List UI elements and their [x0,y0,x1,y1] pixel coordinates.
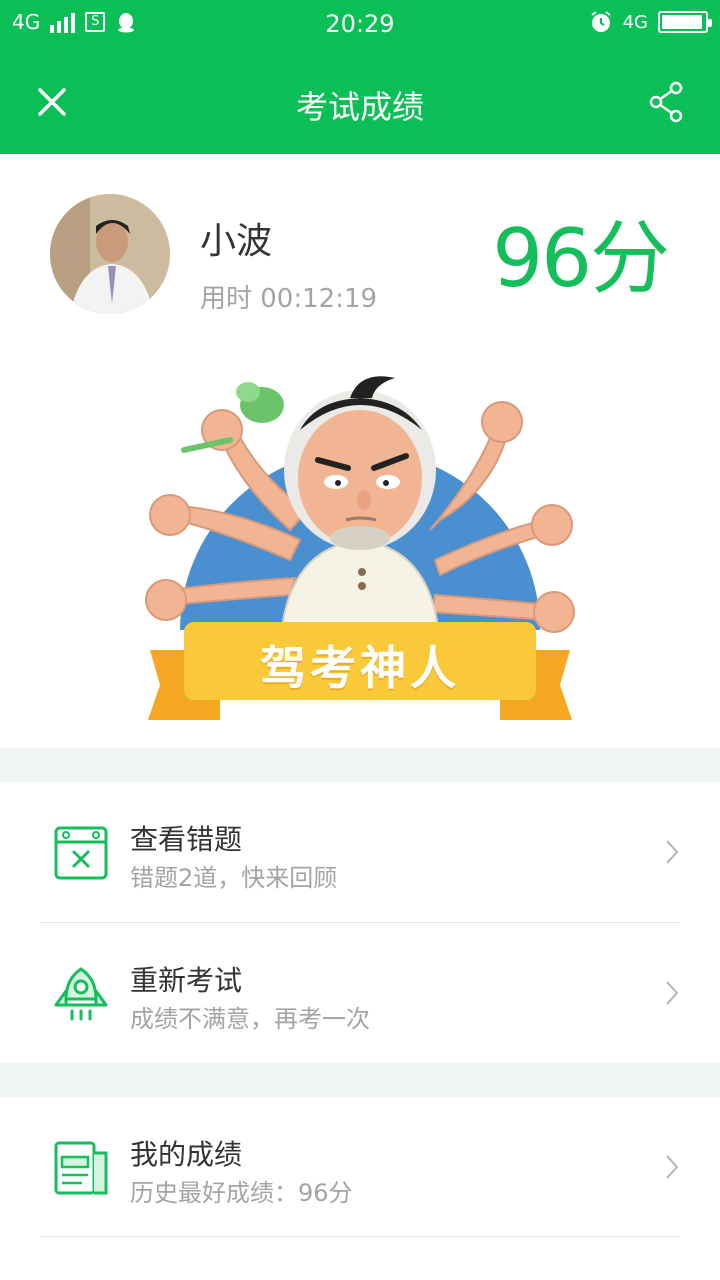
chevron-right-icon [666,1155,679,1179]
my-scores-row[interactable]: 我的成绩 历史最好成绩：96分 [0,1097,720,1237]
row-title: 我的成绩 [130,1138,243,1171]
status-bar: 4G S 20:29 4G [0,0,720,52]
score: 96分 [492,212,670,305]
alarm-icon [590,11,611,32]
section-separator [0,748,720,782]
avatar [50,194,170,314]
user-name: 小波 [200,221,273,262]
row-title: 重新考试 [130,964,243,997]
rocket-icon [54,967,108,1021]
share-icon[interactable] [642,78,690,126]
time-used: 用时 00:12:19 [200,284,378,314]
chevron-right-icon [666,981,679,1005]
status-right: 4G [589,10,712,34]
network-type-right: 4G [622,11,648,33]
badge-title: 驾考神人 [260,641,460,695]
section-separator [0,1063,720,1097]
wrong-questions-icon [54,826,108,880]
view-wrong-questions-row[interactable]: 查看错题 错题2道，快来回顾 [0,782,720,922]
character-head [284,376,436,550]
report-icon [54,1141,108,1195]
retake-exam-row[interactable]: 重新考试 成绩不满意，再考一次 [0,923,720,1063]
row-subtitle: 成绩不满意，再考一次 [130,1005,370,1033]
battery-level [662,15,702,29]
row-subtitle: 错题2道，快来回顾 [130,864,338,892]
header-bar: 考试成绩 [0,52,720,154]
chevron-right-icon [666,840,679,864]
page-title: 考试成绩 [295,88,424,126]
battery-icon [658,11,712,33]
row-subtitle: 历史最好成绩：96分 [130,1179,353,1207]
avatar-photo [50,194,170,314]
row-divider [40,1236,680,1237]
row-title: 查看错题 [130,823,243,856]
